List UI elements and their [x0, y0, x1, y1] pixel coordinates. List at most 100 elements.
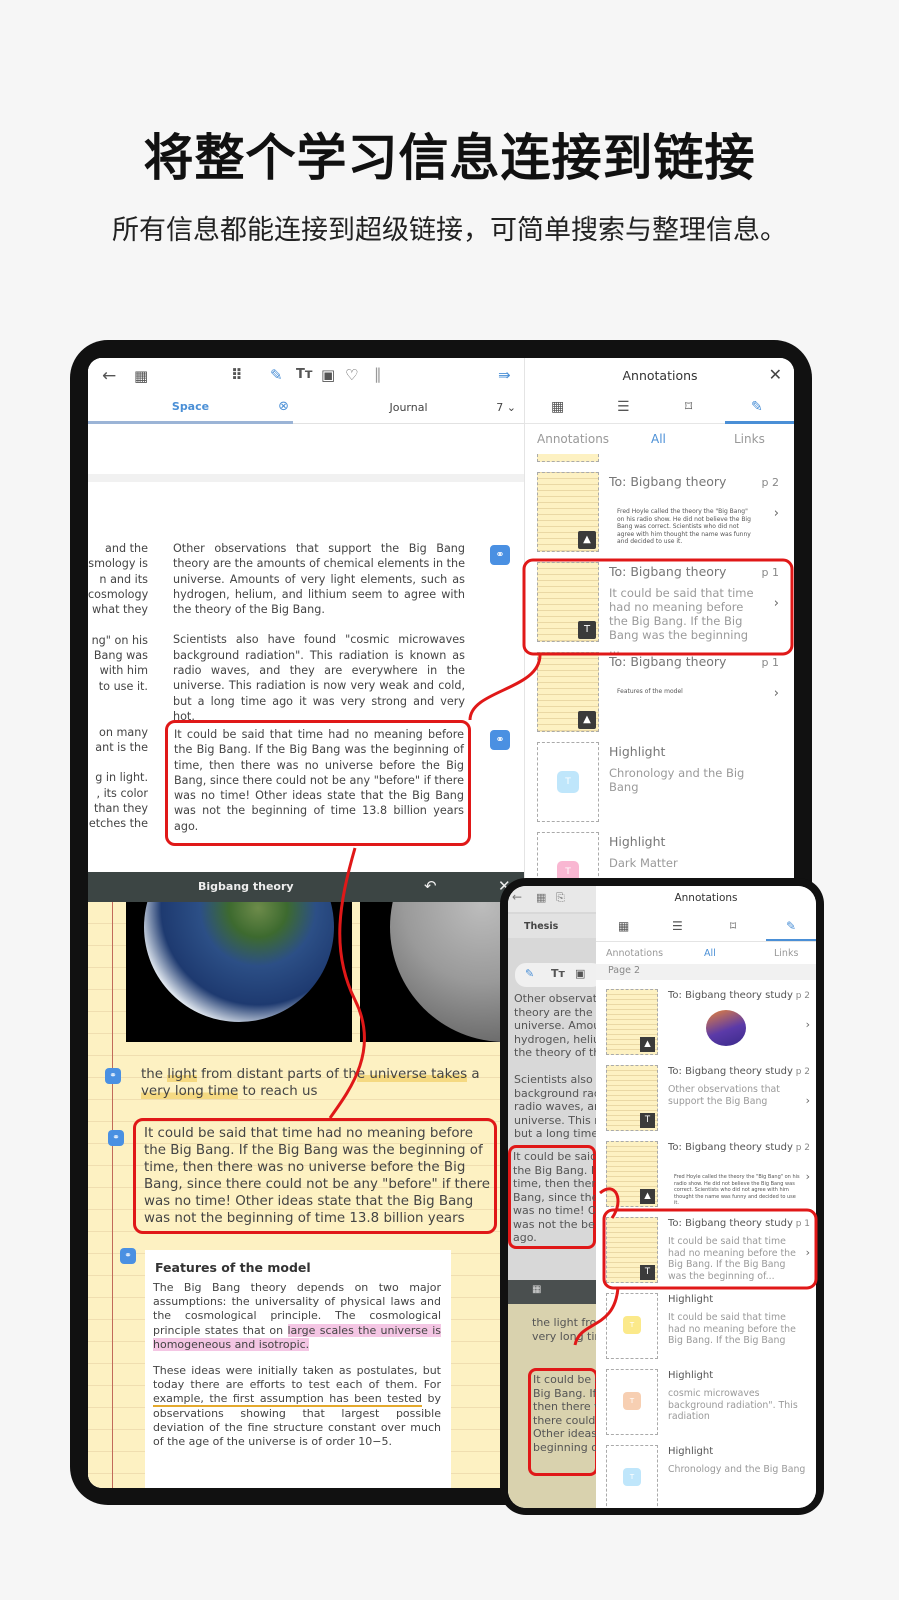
tab-thesis[interactable]: Thesis [508, 914, 596, 938]
image-badge-icon: ▲ [578, 531, 596, 549]
text-line: Scientists also [514, 1073, 593, 1086]
list-view-icon[interactable]: ☰ [617, 399, 630, 415]
annotation-page: p 1 [795, 1219, 810, 1229]
link-icon[interactable]: ⚭ [490, 730, 510, 750]
apps-grid-icon[interactable]: ⠿ [231, 366, 243, 384]
text-tool-icon[interactable]: Tт [551, 967, 565, 980]
text-line: universe. This ra [514, 1113, 596, 1127]
text-line: hydrogen, heliur [514, 1032, 596, 1046]
bookmark-icon[interactable]: ⌑ [685, 399, 692, 415]
text-fragment: ng" on his [91, 633, 148, 647]
grid-view-icon[interactable]: ▦ [536, 891, 546, 904]
image-tool-icon[interactable]: ▣ [321, 366, 335, 384]
pen-icon[interactable]: ✎ [270, 366, 283, 384]
annotation-body: Dark Matter [609, 856, 678, 870]
filter-links[interactable]: Links [774, 948, 798, 959]
notebook-title-bar: Bigbang theory ↶ ✕ [88, 872, 524, 902]
tab-space-label: Space [171, 400, 210, 413]
filter-all[interactable]: All [704, 948, 716, 959]
earth-image [126, 902, 352, 1042]
pause-icon[interactable]: ‖ [374, 365, 382, 383]
undo-icon[interactable]: ↶ [424, 877, 437, 895]
page-number: 7 [496, 401, 504, 414]
annotation-title: Highlight [668, 1370, 714, 1381]
annotation-card[interactable]: T Highlight cosmic microwaves background r… [596, 1366, 816, 1442]
text-fragment: g in light. [95, 771, 148, 785]
annotation-card[interactable]: T To: Bigbang theory study p 2 Other observ… [596, 1062, 816, 1138]
pen-icon[interactable]: ✎ [525, 967, 534, 980]
filter-links[interactable]: Links [734, 432, 765, 446]
annotation-body: Fred Hoyle called the theory the "Big Ba… [674, 1174, 800, 1206]
chevron-right-icon[interactable]: › [774, 686, 779, 701]
phone-annotations-panel: Annotations ▦ ☰ ⌑ ✎ Annotations All Link… [596, 886, 816, 1508]
annotation-title: To: Bigbang theory [609, 564, 727, 579]
annotation-thumbnail: T [606, 1293, 658, 1359]
text-fragment: to use it. [98, 679, 148, 693]
tab-space[interactable]: Space ⊗ [88, 394, 293, 424]
annotation-card[interactable]: T Highlight Chronology and the Big Bang [525, 738, 794, 828]
text-line: Big Bang. If [533, 1386, 597, 1400]
thumbnail-view-icon[interactable]: ▦ [618, 919, 629, 933]
list-view-icon[interactable]: ☰ [672, 919, 683, 933]
chevron-right-icon[interactable]: › [806, 1170, 810, 1183]
headline: 将整个学习信息连接到链接 [143, 129, 756, 187]
filter-annotations[interactable]: Annotations [606, 948, 663, 959]
linked-paragraph-box[interactable]: It could be said that time had no meanin… [165, 720, 471, 846]
chevron-right-icon[interactable]: › [806, 1246, 810, 1259]
annotation-thumbnail: T [606, 1369, 658, 1435]
notebook-page: ⚭ the light from distant parts of the un… [88, 902, 524, 1488]
chevron-right-icon[interactable]: › [774, 506, 779, 521]
tab-journal[interactable]: Journal 7 ⌄ [293, 394, 524, 424]
filter-annotations[interactable]: Annotations [537, 432, 609, 446]
panel-title: Annotations [622, 368, 698, 383]
page-selector[interactable]: 7 ⌄ [496, 394, 516, 422]
annotation-body: It could be said that time had no meanin… [668, 1236, 796, 1282]
annotation-card[interactable]: ▲ To: Bigbang theory p 2 Fred Hoyle called … [525, 468, 794, 558]
link-icon[interactable]: ⚭ [108, 1130, 124, 1146]
annotation-card[interactable]: T To: Bigbang theory p 1 It could be said t… [525, 558, 794, 656]
text-line: universe. Amour [514, 1019, 596, 1032]
text-line: background radi [514, 1086, 596, 1100]
annotation-card[interactable]: T Highlight It could be said that time had… [596, 1290, 816, 1366]
chevron-right-icon[interactable]: › [774, 596, 779, 611]
filter-bar: Annotations All Links [525, 428, 794, 452]
phone-linked-box[interactable]: It could be said the Big Bang. If time, th… [508, 1145, 596, 1249]
phone-notebook-linked-box[interactable]: It could be s Big Bang. If then there v the… [528, 1368, 598, 1476]
collapse-panel-icon[interactable]: ⇛ [498, 366, 511, 384]
back-arrow-icon[interactable]: ← [512, 890, 522, 904]
annotation-page: p 1 [761, 656, 779, 669]
text-fragment: cosmology [88, 587, 148, 601]
chevron-right-icon[interactable]: › [806, 1018, 810, 1031]
link-icon[interactable]: ⚭ [105, 1068, 121, 1084]
annotation-card[interactable]: ▲ To: Bigbang theory study p 2 › [596, 986, 816, 1062]
thumbnail-view-icon[interactable]: ▦ [551, 399, 564, 415]
export-icon[interactable]: ⎘ [556, 891, 565, 905]
annotation-card[interactable]: T To: Bigbang theory study p 1 It could be … [596, 1214, 816, 1290]
annotation-icon[interactable]: ✎ [751, 399, 763, 415]
grid-view-icon[interactable]: ▦ [532, 1284, 541, 1295]
back-arrow-icon[interactable]: ← [102, 367, 116, 385]
link-icon[interactable]: ⚭ [120, 1248, 136, 1264]
features-paragraph-2: These ideas were initially taken as post… [153, 1364, 441, 1449]
document-tabs: Space ⊗ Journal 7 ⌄ [88, 394, 524, 424]
lasso-icon[interactable]: ♡ [345, 366, 358, 384]
text-line: beginning o [533, 1440, 597, 1454]
annotation-icon[interactable]: ✎ [786, 919, 796, 933]
close-icon[interactable]: ✕ [769, 365, 782, 384]
annotation-title: Highlight [668, 1446, 714, 1457]
image-tool-icon[interactable]: ▣ [575, 967, 585, 980]
close-tab-icon[interactable]: ⊗ [278, 394, 289, 420]
text-fragment [88, 709, 148, 724]
notebook-linked-box[interactable]: It could be said that time had no meanin… [133, 1118, 497, 1234]
text-line: time, then there [513, 1177, 595, 1190]
text-line: the light fro [532, 1316, 596, 1329]
grid-view-icon[interactable]: ▦ [134, 367, 148, 385]
filter-all[interactable]: All [651, 432, 666, 446]
annotation-card[interactable]: T Highlight Chronology and the Big Bang [596, 1442, 816, 1508]
bookmark-icon[interactable]: ⌑ [730, 919, 736, 933]
text-tool-icon[interactable]: Tт [296, 366, 312, 384]
annotation-card[interactable]: ▲ To: Bigbang theory study p 2 Fred Hoyle c… [596, 1138, 816, 1214]
annotation-card[interactable]: ▲ To: Bigbang theory p 1 Features of the mo… [525, 648, 794, 738]
link-icon[interactable]: ⚭ [490, 545, 510, 565]
chevron-right-icon[interactable]: › [806, 1094, 810, 1107]
